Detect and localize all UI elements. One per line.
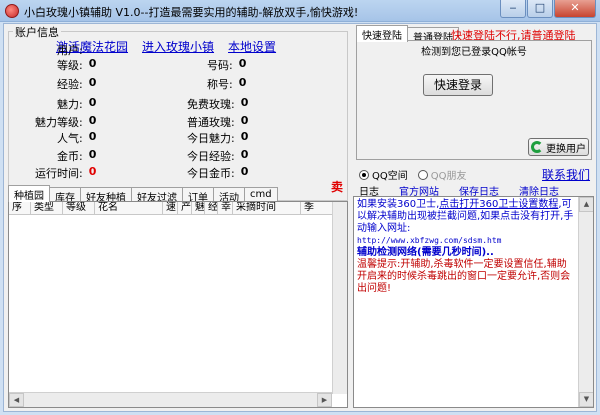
tab-plantation[interactable]: 种植园 [8,185,50,202]
col-yield[interactable]: 产 [178,202,192,214]
enter-rose-town-link[interactable]: 进入玫瑰小镇 [142,38,214,55]
col-exp[interactable]: 经 [205,202,218,214]
log-url: http://www.xbfzwg.com/sdsm.htm [357,236,502,245]
stat-exp: 经验: 0 [57,76,97,91]
tab-inventory[interactable]: 库存 [49,187,81,204]
title-bar: 小白玫瑰小镇辅助 V1.0--打造最需要实用的辅助-解放双手,愉快游戏! ‒ □… [0,0,600,22]
window-title: 小白玫瑰小镇辅助 V1.0--打造最需要实用的辅助-解放双手,愉快游戏! [24,6,359,19]
stat-normal-roses: 普通玫瑰: 0 [187,114,249,129]
detect-text: 检测到您已登录QQ帐号 [421,47,527,58]
contact-us-link[interactable]: 联系我们 [542,166,590,183]
col-charm[interactable]: 魅 [192,202,205,214]
table-horizontal-scrollbar[interactable]: ◀ ▶ [9,392,332,407]
scroll-down-arrow-icon[interactable]: ▼ [579,392,593,407]
col-harvest-time[interactable]: 采摘时间 [233,202,301,214]
tab-quick-login[interactable]: 快速登陆 [356,25,408,42]
log-360-settings-link[interactable]: 点击打开360卫士设置数程 [439,199,558,210]
col-season[interactable]: 季 [301,202,317,214]
minimize-button[interactable]: ‒ [500,0,526,18]
stat-charm: 魅力: 0 [57,96,97,111]
radio-qq-zone[interactable]: QQ空间 [359,167,408,182]
switch-user-button[interactable]: 更换用户 [528,138,589,156]
stat-popularity: 人气: 0 [57,130,97,145]
radio-selected-icon [359,169,369,180]
local-settings-link[interactable]: 本地设置 [228,38,276,55]
stat-number: 号码: 0 [207,57,247,72]
switch-user-label: 更换用户 [546,143,586,155]
scroll-right-arrow-icon[interactable]: ▶ [317,393,332,407]
tab-orders[interactable]: 订单 [182,187,214,204]
tab-activities[interactable]: 活动 [213,187,245,204]
stat-today-gold: 今日金币: 0 [187,165,249,180]
account-info-group: 账户信息 激活魔法花园 进入玫瑰小镇 本地设置 用户: 等级: 0 经验: 0 … [8,24,348,201]
col-speed[interactable]: 速 [163,202,178,214]
refresh-icon [531,141,543,153]
close-button[interactable]: ✕ [554,0,596,18]
tab-cmd[interactable]: cmd [244,187,278,202]
bottom-tabs: 种植园 库存 好友种植 好友过滤 订单 活动 cmd [8,185,278,204]
table-vertical-scrollbar[interactable] [332,202,347,394]
stat-today-charm: 今日魅力: 0 [187,130,249,145]
stat-title: 称号: 0 [207,76,247,91]
account-info-legend: 账户信息 [13,24,61,40]
app-icon [5,4,19,18]
sell-button[interactable]: 卖 [331,178,343,195]
plantation-table[interactable]: 序 类型 等级 花名 速 产 魅 经 幸 采摘时间 季 ◀ ▶ [8,201,348,408]
stat-user: 用户: [57,44,83,57]
main-window: 账户信息 激活魔法花园 进入玫瑰小镇 本地设置 用户: 等级: 0 经验: 0 … [3,23,597,412]
stat-free-roses: 免费玫瑰: 0 [187,96,249,111]
col-type[interactable]: 类型 [31,202,63,214]
log-line-360: 如果安装360卫士, [357,199,440,210]
login-panel: 检测到您已登录QQ帐号 快速登录 更换用户 [356,40,592,160]
tab-friend-filter[interactable]: 好友过滤 [131,187,183,204]
maximize-button[interactable]: □ [527,0,553,18]
col-flower-name[interactable]: 花名 [95,202,163,214]
mode-radio-group: QQ空间 QQ朋友 [359,167,467,182]
stat-charm-level: 魅力等级: 0 [35,114,97,129]
radio-unselected-icon [417,169,428,180]
stat-today-exp: 今日经验: 0 [187,148,249,163]
stat-level: 等级: 0 [57,57,97,72]
log-textarea[interactable]: 如果安装360卫士,点击打开360卫士设置数程,可以解决辅助出现被拦截问题,如果… [353,196,594,408]
log-scrollbar[interactable]: ▲ ▼ [578,197,593,407]
log-warning: 温馨提示:开辅助,杀毒软件一定要设置信任,辅助开启来的时候杀毒跳出的窗口一定要允… [357,259,571,294]
col-luck[interactable]: 幸 [218,202,233,214]
col-level[interactable]: 等级 [63,202,95,214]
tab-friend-planting[interactable]: 好友种植 [80,187,132,204]
scroll-left-arrow-icon[interactable]: ◀ [9,393,24,407]
scroll-up-arrow-icon[interactable]: ▲ [579,197,593,212]
log-net-check: 辅助检测网络(需要几秒时间).. [357,247,494,258]
radio-qq-friends: QQ朋友 [417,167,467,182]
stat-run-time: 运行时间: 0 [35,165,97,180]
stat-gold: 金币: 0 [57,148,97,163]
table-header: 序 类型 等级 花名 速 产 魅 经 幸 采摘时间 季 [9,202,347,215]
quick-login-button[interactable]: 快速登录 [423,74,493,96]
col-index[interactable]: 序 [9,202,31,214]
